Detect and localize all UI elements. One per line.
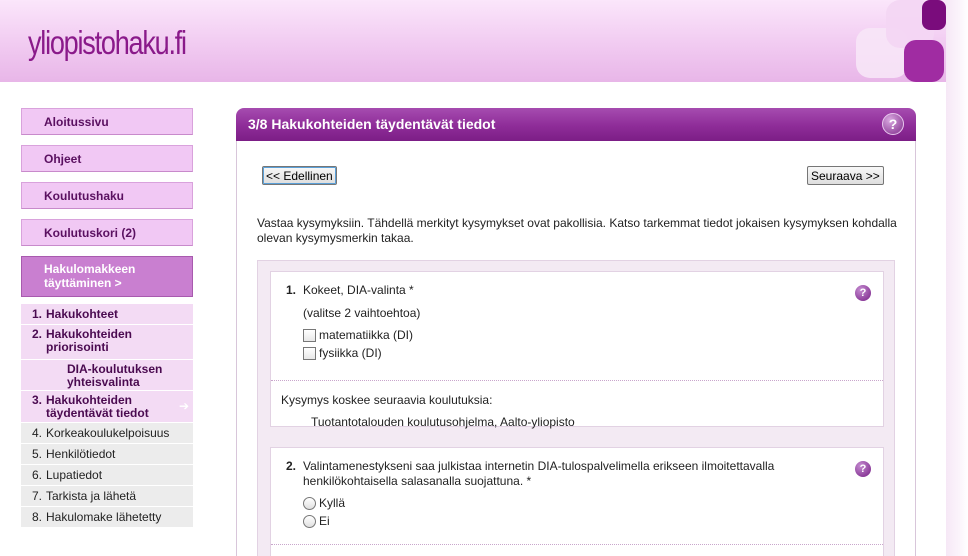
- step-label: Hakulomake lähetetty: [46, 510, 162, 524]
- page-title: 3/8 Hakukohteiden täydentävät tiedot: [248, 116, 496, 132]
- page-edge: [946, 0, 968, 556]
- step-priorisointi[interactable]: 2. Hakukohteiden priorisointi: [21, 325, 193, 359]
- step-num: 2.: [32, 327, 43, 341]
- instructions-text: Vastaa kysymyksiin. Tähdellä merkityt ky…: [257, 216, 897, 245]
- option-ei[interactable]: Ei: [303, 514, 330, 528]
- question-1-help-icon[interactable]: ?: [855, 285, 871, 301]
- site-header: yliopistohaku.fi: [0, 0, 946, 82]
- checkbox-fysiikka[interactable]: [303, 346, 316, 360]
- option-label: matematiikka (DI): [319, 328, 414, 342]
- step-tarkista-ja-laheta[interactable]: 7. Tarkista ja lähetä: [21, 486, 193, 506]
- step-dia-yhteisvalinta[interactable]: DIA-koulutuksen yhteisvalinta: [21, 360, 193, 390]
- question-2-help-icon[interactable]: ?: [855, 461, 871, 477]
- step-label: Hakukohteet: [46, 307, 119, 321]
- checkbox-matematiikka[interactable]: [303, 328, 316, 342]
- step-lupatiedot[interactable]: 6. Lupatiedot: [21, 465, 193, 485]
- step-label: Henkilötiedot: [46, 447, 116, 461]
- option-kylla[interactable]: Kyllä: [303, 496, 345, 510]
- question-2-title: 2. Valintamenestykseni saa julkistaa inte…: [286, 459, 774, 489]
- option-fysiikka[interactable]: fysiikka (DI): [303, 346, 382, 360]
- step-label: Tarkista ja lähetä: [46, 489, 137, 503]
- option-matematiikka[interactable]: matematiikka (DI): [303, 328, 413, 342]
- applies-to-label: Kysymys koskee seuraavia koulutuksia:: [281, 393, 493, 407]
- questions-area: 1. Kokeet, DIA-valinta * ? (valitse 2 vai…: [257, 260, 895, 556]
- option-label: Kyllä: [319, 496, 346, 510]
- question-card-1: 1. Kokeet, DIA-valinta * ? (valitse 2 vai…: [270, 271, 884, 429]
- step-num: 5.: [32, 447, 43, 461]
- step-label: DIA-koulutuksen yhteisvalinta: [67, 362, 163, 389]
- header-decoration-icon: [856, 0, 946, 82]
- question-number: 2.: [286, 459, 297, 473]
- step-num: 6.: [32, 468, 43, 482]
- nav-ohjeet[interactable]: Ohjeet: [21, 145, 193, 172]
- question-text-line1: Valintamenestykseni saa julkistaa intern…: [303, 459, 775, 473]
- main-panel: 3/8 Hakukohteiden täydentävät tiedot ? <…: [236, 108, 916, 556]
- sidebar: Aloitussivu Ohjeet Koulutushaku Koulutus…: [21, 108, 193, 527]
- question-1-title: 1. Kokeet, DIA-valinta *: [286, 283, 414, 298]
- step-num: 4.: [32, 426, 43, 440]
- question-text-line2: henkilökohtaisella salasanalla suojattun…: [303, 474, 532, 488]
- step-num: 3.: [32, 393, 43, 407]
- step-label: Korkeakoulukelpoisuus: [46, 426, 170, 440]
- radio-kylla[interactable]: [303, 496, 316, 510]
- divider: [271, 544, 883, 545]
- step-hakukohteet[interactable]: 1. Hakukohteet: [21, 304, 193, 324]
- step-taydentavat-tiedot[interactable]: 3. Hakukohteiden täydentävät tiedot ➔: [21, 391, 193, 422]
- applies-to-program: Tuotantotalouden koulutusohjelma, Aalto-…: [311, 415, 575, 429]
- option-label: Ei: [319, 514, 330, 528]
- next-button[interactable]: Seuraava >>: [807, 166, 884, 185]
- step-label: Hakukohteiden priorisointi: [46, 327, 133, 354]
- panel-header: 3/8 Hakukohteiden täydentävät tiedot ?: [236, 108, 916, 141]
- step-korkeakoulukelpoisuus[interactable]: 4. Korkeakoulukelpoisuus: [21, 423, 193, 443]
- option-label: fysiikka (DI): [319, 346, 382, 360]
- question-number: 1.: [286, 283, 297, 297]
- nav-hakulomake-active[interactable]: Hakulomakkeen täyttäminen >: [21, 256, 193, 297]
- question-card-2: 2. Valintamenestykseni saa julkistaa inte…: [270, 447, 884, 556]
- step-num: 1.: [32, 307, 43, 321]
- step-henkilotiedot[interactable]: 5. Henkilötiedot: [21, 444, 193, 464]
- step-num: 8.: [32, 510, 43, 524]
- current-step-arrow-icon: ➔: [178, 399, 189, 413]
- step-label: Hakukohteiden täydentävät tiedot: [46, 393, 149, 420]
- nav-koulutuskori[interactable]: Koulutuskori (2): [21, 219, 193, 246]
- question-text: Kokeet, DIA-valinta *: [303, 283, 414, 297]
- step-label: Lupatiedot: [46, 468, 103, 482]
- divider: [271, 380, 883, 381]
- step-hakulomake-lahetetty[interactable]: 8. Hakulomake lähetetty: [21, 507, 193, 527]
- nav-aloitussivu[interactable]: Aloitussivu: [21, 108, 193, 135]
- step-num: 7.: [32, 489, 43, 503]
- question-1-hint: (valitse 2 vaihtoehtoa): [303, 306, 421, 320]
- panel-body: << Edellinen Seuraava >> Vastaa kysymyks…: [236, 141, 916, 556]
- radio-ei[interactable]: [303, 514, 316, 528]
- site-logo[interactable]: yliopistohaku.fi: [28, 24, 187, 62]
- nav-koulutushaku[interactable]: Koulutushaku: [21, 182, 193, 209]
- help-icon[interactable]: ?: [882, 113, 904, 135]
- previous-button[interactable]: << Edellinen: [262, 166, 337, 185]
